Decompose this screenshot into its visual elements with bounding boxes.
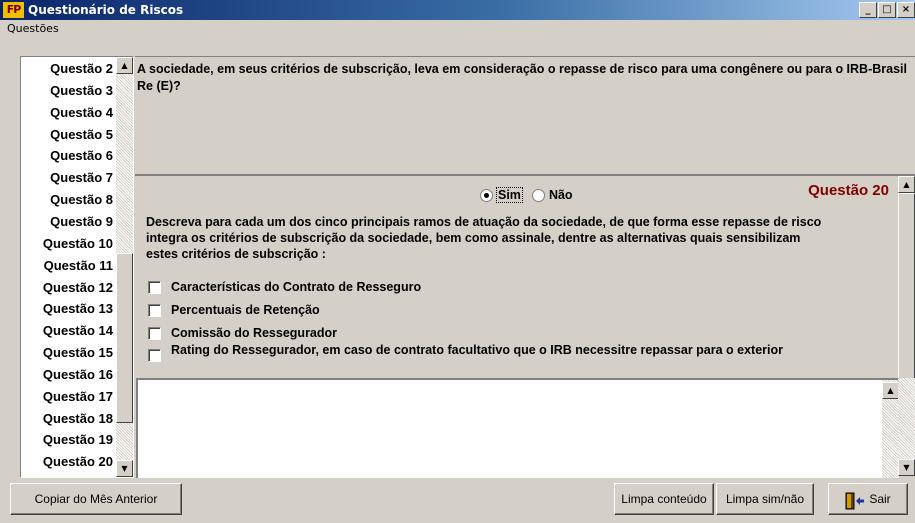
checkbox-label[interactable]: Rating do Ressegurador, em caso de contr… xyxy=(171,343,783,357)
radio-sim[interactable] xyxy=(480,188,493,202)
checkbox-box[interactable] xyxy=(148,349,161,362)
scroll-up-icon[interactable]: ▲ xyxy=(898,176,915,193)
answer-panel: Sim Não Questão 20 ▲ Descreva para cada … xyxy=(135,174,915,380)
clear-content-button[interactable]: Limpa conteúdo xyxy=(614,483,714,515)
question-list-item[interactable]: Questão 15 xyxy=(43,343,113,363)
question-list-item[interactable]: Questão 18 xyxy=(43,409,113,429)
scroll-up-icon[interactable]: ▲ xyxy=(882,382,899,399)
exit-door-icon xyxy=(845,491,865,510)
checkbox-label[interactable]: Comissão do Ressegurador xyxy=(171,326,337,340)
question-list-item[interactable]: Questão 4 xyxy=(50,103,113,123)
radio-nao[interactable] xyxy=(531,188,545,202)
checkbox-box[interactable] xyxy=(148,327,161,340)
question-list-item[interactable]: Questão 2 xyxy=(50,59,113,79)
answer-textarea[interactable]: ▲ xyxy=(136,378,899,478)
maximize-icon[interactable]: □ xyxy=(878,2,896,18)
question-text-panel: A sociedade, em seus critérios de subscr… xyxy=(135,56,915,175)
question-list-item[interactable]: Questão 3 xyxy=(50,81,113,101)
scroll-down-icon[interactable]: ▼ xyxy=(116,460,133,477)
question-list-item[interactable]: Questão 19 xyxy=(43,430,113,450)
checkbox-box[interactable] xyxy=(148,304,161,317)
question-list-item[interactable]: Questão 10 xyxy=(43,234,113,254)
copy-previous-month-button[interactable]: Copiar do Mês Anterior xyxy=(10,483,182,515)
question-number: Questão 20 xyxy=(808,182,889,199)
answer-description: Descreva para cada um dos cinco principa… xyxy=(146,215,822,261)
radio-nao-label[interactable]: Não xyxy=(549,188,573,202)
question-list-item[interactable]: Questão 13 xyxy=(43,299,113,319)
question-list-item[interactable]: Questão 11 xyxy=(44,256,113,276)
app-icon: FP xyxy=(3,2,24,18)
radio-sim-label[interactable]: Sim xyxy=(496,187,523,203)
yes-no-group: Sim Não xyxy=(480,187,573,203)
scroll-up-icon[interactable]: ▲ xyxy=(116,57,133,74)
question-list-item[interactable]: Questão 17 xyxy=(43,387,113,407)
scroll-thumb[interactable] xyxy=(898,193,915,380)
outer-scrollbar[interactable]: ▼ xyxy=(898,378,915,476)
checkbox-rating[interactable]: Rating do Ressegurador, em caso de contr… xyxy=(148,343,788,362)
question-list[interactable]: Questão 2 Questão 3 Questão 4 Questão 5 Ques… xyxy=(20,56,134,478)
question-text: A sociedade, em seus critérios de subscr… xyxy=(137,62,907,93)
clear-yes-no-button[interactable]: Limpa sim/não xyxy=(716,483,814,515)
question-list-item[interactable]: Questão 7 xyxy=(50,168,113,188)
checkbox-retention[interactable]: Percentuais de Retenção xyxy=(148,303,320,317)
exit-label: Sair xyxy=(869,492,891,506)
textarea-scrollbar[interactable]: ▲ xyxy=(882,380,899,478)
question-list-item[interactable]: Questão 8 xyxy=(50,190,113,210)
scroll-down-icon[interactable]: ▼ xyxy=(898,459,915,476)
questions-group-label: Questões xyxy=(7,22,59,35)
question-list-item[interactable]: Questão 5 xyxy=(50,125,113,145)
checkbox-box[interactable] xyxy=(148,281,161,294)
checkbox-commission[interactable]: Comissão do Ressegurador xyxy=(148,326,337,340)
question-list-item[interactable]: Questão 9 xyxy=(50,212,113,232)
minimize-icon[interactable]: _ xyxy=(859,2,877,18)
scroll-thumb[interactable] xyxy=(116,253,133,423)
checkbox-label[interactable]: Percentuais de Retenção xyxy=(171,303,320,317)
exit-button[interactable]: Sair xyxy=(828,483,908,515)
window-title: Questionário de Riscos xyxy=(28,3,184,17)
title-bar: FP Questionário de Riscos _ □ × xyxy=(0,0,915,20)
checkbox-label[interactable]: Características do Contrato de Resseguro xyxy=(171,280,421,294)
question-list-item[interactable]: Questão 14 xyxy=(43,321,113,341)
question-list-item[interactable]: Questão 12 xyxy=(43,278,113,298)
question-list-scrollbar[interactable]: ▲ ▼ xyxy=(116,57,133,477)
question-list-item[interactable]: Questão 20 xyxy=(43,452,113,472)
close-icon[interactable]: × xyxy=(897,2,915,18)
checkbox-contract[interactable]: Características do Contrato de Resseguro xyxy=(148,280,421,294)
question-list-item[interactable]: Questão 16 xyxy=(43,365,113,385)
answer-scrollbar[interactable]: ▲ xyxy=(898,176,915,380)
question-list-item[interactable]: Questão 6 xyxy=(50,146,113,166)
